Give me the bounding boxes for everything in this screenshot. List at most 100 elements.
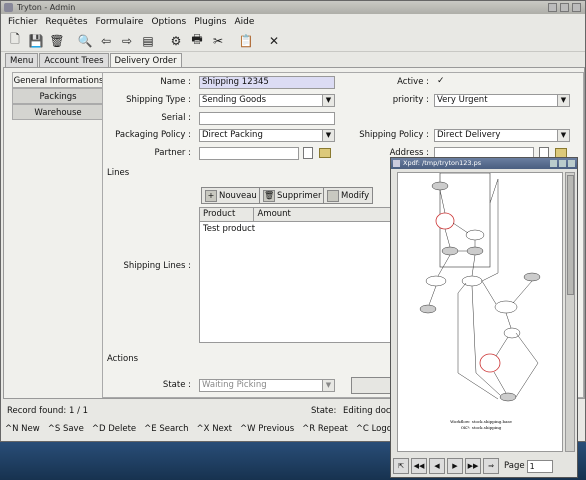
viewer-title-bar: Xpdf: /tmp/tryton123.ps — [391, 158, 577, 169]
column-header-product[interactable]: Product — [200, 208, 255, 221]
toolbar: 🗋 💾 🗑 🔍 ⇦ ⇨ ▤ ⚙ 🖶 ✂ 📋 ✕ — [1, 30, 585, 52]
delete-line-button[interactable]: 🗑 Supprimer — [259, 187, 326, 204]
priority-label: priority : — [392, 95, 429, 105]
tab-menu[interactable]: Menu — [5, 53, 39, 67]
page-number-input[interactable]: 1 — [526, 459, 553, 473]
find-icon[interactable]: 🔍 — [75, 31, 95, 51]
state-label: State : — [162, 380, 191, 390]
state-select[interactable]: Waiting Picking ▼ — [199, 379, 335, 392]
document-page: Workflow: stock.shipping.base OK?: stock… — [397, 172, 563, 452]
modify-line-button[interactable]: Modify — [323, 187, 374, 204]
menu-requetes[interactable]: Requêtes — [42, 17, 92, 27]
menu-aide[interactable]: Aide — [231, 17, 259, 27]
menu-plugins[interactable]: Plugins — [191, 17, 231, 27]
chevron-down-icon: ▼ — [322, 380, 334, 391]
status-state-label: State: — [311, 406, 337, 416]
menu-formulaire[interactable]: Formulaire — [93, 17, 149, 27]
close-tab-icon[interactable]: ✕ — [264, 31, 284, 51]
shipping-lines-label: Shipping Lines : — [123, 261, 192, 271]
name-label: Name : — [160, 77, 191, 87]
side-tabs: General Informations Packings Warehouse — [12, 72, 104, 120]
forward-icon[interactable]: ⇒ — [483, 458, 499, 474]
action-icon[interactable]: ⚙ — [166, 31, 186, 51]
status-state-value: Editing docu — [343, 406, 396, 416]
lines-section-title: Lines — [107, 168, 130, 178]
viewer-scrollbar[interactable] — [565, 172, 575, 452]
menu-bar: Fichier Requêtes Formulaire Options Plug… — [1, 14, 585, 30]
menu-fichier[interactable]: Fichier — [5, 17, 42, 27]
workflow-button[interactable] — [351, 377, 393, 394]
app-icon — [4, 3, 13, 12]
next-page-icon[interactable]: ▶ — [447, 458, 463, 474]
serial-field[interactable] — [199, 112, 335, 125]
priority-select[interactable]: Very Urgent ▼ — [434, 94, 570, 107]
page-label: Page — [504, 461, 525, 471]
table-row[interactable]: Test product — [200, 222, 398, 236]
side-tab-warehouse[interactable]: Warehouse — [12, 104, 104, 120]
viewer-title: Xpdf: /tmp/tryton123.ps — [403, 159, 482, 167]
next-icon[interactable]: ⇨ — [117, 31, 137, 51]
search-record-icon[interactable] — [319, 148, 331, 158]
shipping-type-label: Shipping Type : — [126, 95, 191, 105]
shortcut-previous: ^W Previous — [240, 424, 295, 434]
delete-icon[interactable]: 🗑 — [47, 31, 67, 51]
name-field[interactable]: Shipping 12345 — [199, 76, 335, 89]
viewer-navigation: ⇱ ◀◀ ◀ ▶ ▶▶ ⇒ Page 1 — [393, 456, 577, 476]
shortcut-save: ^S Save — [47, 424, 84, 434]
attachment-icon[interactable]: 📋 — [236, 31, 256, 51]
active-label: Active : — [397, 77, 429, 87]
viewer-close-button[interactable] — [568, 160, 575, 167]
scrollbar-thumb[interactable] — [567, 175, 574, 295]
tools-icon[interactable]: ✂ — [208, 31, 228, 51]
last-page-icon[interactable]: ▶▶ — [465, 458, 481, 474]
record-count: Record found: 1 / 1 — [7, 406, 89, 416]
chevron-down-icon: ▼ — [322, 130, 334, 141]
shipping-policy-select[interactable]: Direct Delivery ▼ — [434, 129, 570, 142]
chevron-down-icon: ▼ — [322, 95, 334, 106]
prev-page-icon[interactable]: ◀ — [429, 458, 445, 474]
minimize-button[interactable] — [548, 3, 557, 12]
viewer-minimize-button[interactable] — [550, 160, 557, 167]
shipping-lines-table: Product Amount Test product — [199, 207, 399, 343]
close-window-button[interactable] — [572, 3, 581, 12]
tab-delivery-order[interactable]: Delivery Order — [109, 53, 182, 67]
shortcut-next: ^X Next — [196, 424, 232, 434]
title-bar: Tryton - Admin — [1, 1, 585, 14]
shortcut-repeat: ^R Repeat — [302, 424, 348, 434]
tab-bar: Menu Account Trees Delivery Order — [5, 53, 183, 67]
zoom-icon[interactable]: ⇱ — [393, 458, 409, 474]
shortcut-search: ^E Search — [144, 424, 189, 434]
side-tab-general[interactable]: General Informations — [12, 72, 104, 88]
tab-account-trees[interactable]: Account Trees — [39, 53, 109, 67]
edit-icon — [327, 189, 339, 202]
first-page-icon[interactable]: ◀◀ — [411, 458, 427, 474]
open-record-icon[interactable] — [303, 147, 313, 159]
window-title: Tryton - Admin — [17, 3, 76, 12]
packaging-policy-select[interactable]: Direct Packing ▼ — [199, 129, 335, 142]
shortcut-new: ^N New — [5, 424, 40, 434]
save-icon[interactable]: 💾 — [26, 31, 46, 51]
new-line-button[interactable]: + Nouveau — [201, 187, 261, 204]
pdf-viewer-window: Xpdf: /tmp/tryton123.ps Workflow: stock. — [390, 157, 578, 478]
partner-field[interactable] — [199, 147, 299, 160]
shortcut-bar: ^N New ^S Save ^D Delete ^E Search ^X Ne… — [5, 424, 410, 434]
menu-options[interactable]: Options — [148, 17, 191, 27]
partner-label: Partner : — [154, 148, 191, 158]
print-icon[interactable]: 🖶 — [187, 31, 207, 51]
maximize-button[interactable] — [560, 3, 569, 12]
viewer-maximize-button[interactable] — [559, 160, 566, 167]
side-tab-packings[interactable]: Packings — [12, 88, 104, 104]
shortcut-delete: ^D Delete — [91, 424, 137, 434]
chevron-down-icon: ▼ — [557, 95, 569, 106]
shipping-type-select[interactable]: Sending Goods ▼ — [199, 94, 335, 107]
active-checkbox[interactable]: ✓ — [437, 77, 447, 87]
shipping-policy-label: Shipping Policy : — [359, 130, 429, 140]
previous-icon[interactable]: ⇦ — [96, 31, 116, 51]
packaging-policy-label: Packaging Policy : — [115, 130, 191, 140]
workflow-graph: Workflow: stock.shipping.base OK?: stock… — [419, 173, 541, 430]
column-header-amount[interactable]: Amount — [254, 208, 398, 221]
switch-view-icon[interactable]: ▤ — [138, 31, 158, 51]
row-product: Test product — [203, 224, 256, 234]
workflow-caption-1: Workflow: stock.shipping.base — [450, 419, 512, 424]
new-icon[interactable]: 🗋 — [5, 31, 25, 51]
